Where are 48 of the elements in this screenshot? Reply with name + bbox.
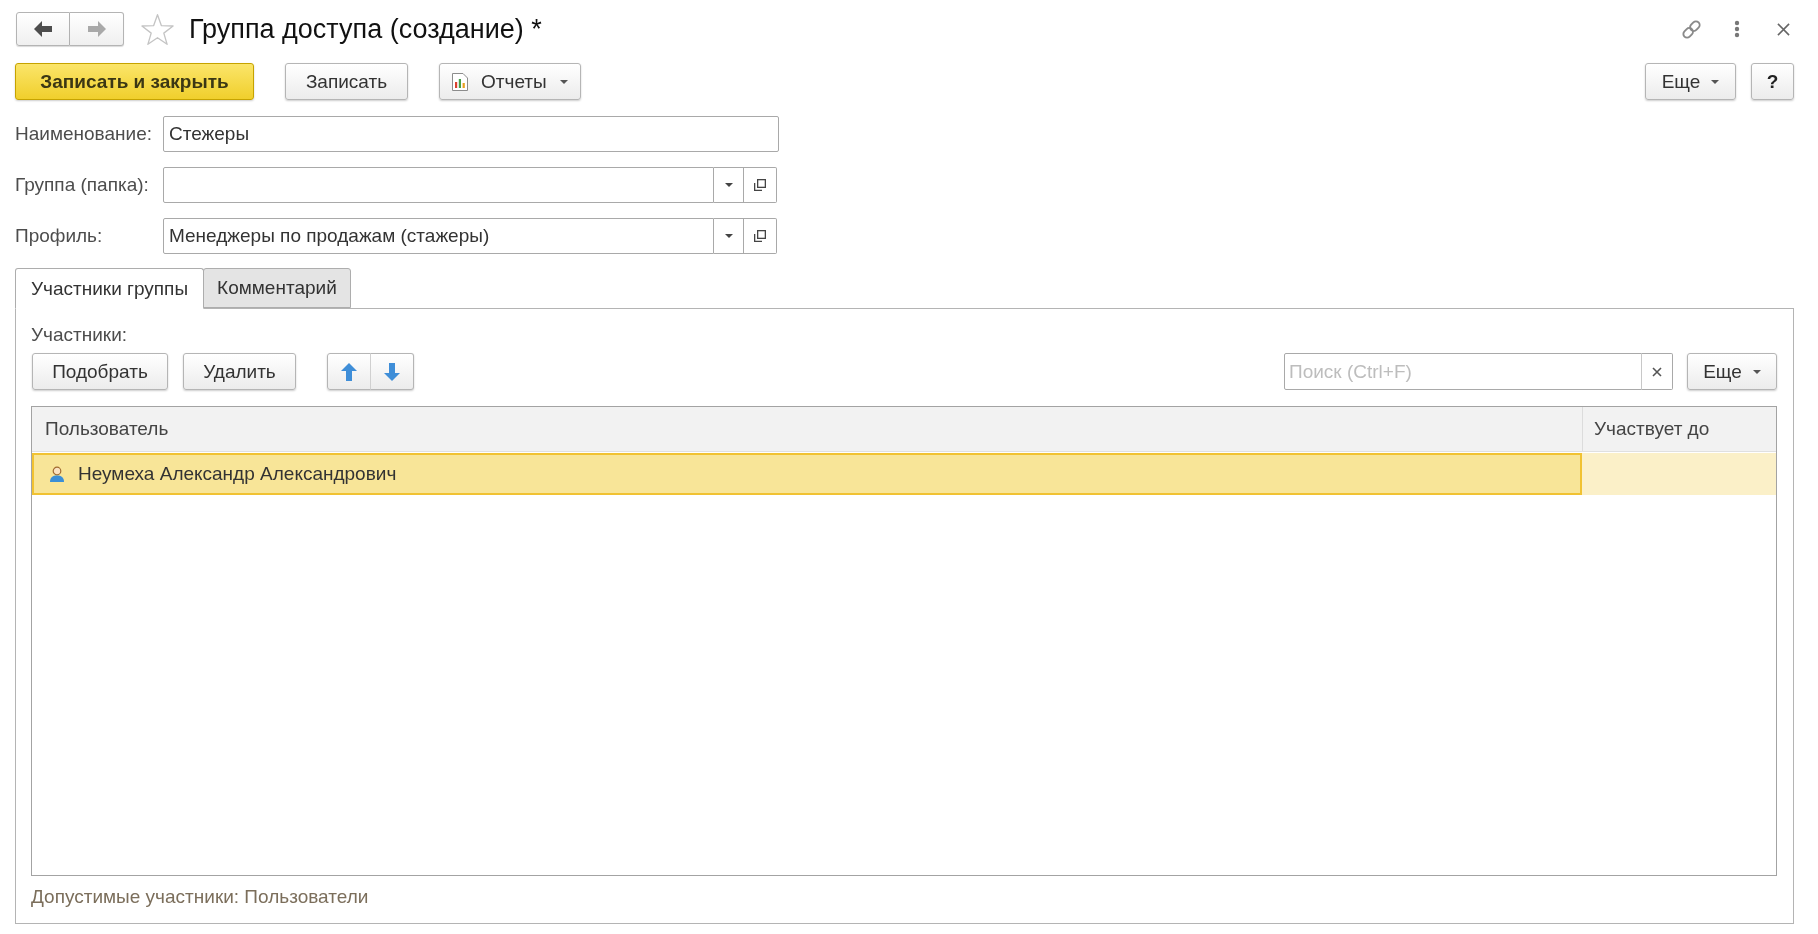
move-down-button[interactable]	[370, 353, 414, 390]
field-label: Профиль:	[15, 225, 104, 247]
back-button[interactable]	[16, 12, 70, 46]
caret-icon	[724, 183, 733, 187]
person-icon	[50, 466, 64, 482]
left-arrow-icon	[34, 21, 52, 37]
star-icon[interactable]	[141, 13, 174, 45]
open-button[interactable]	[744, 218, 777, 254]
save-button[interactable]: Записать	[285, 63, 408, 100]
clear-button[interactable]	[1641, 353, 1673, 390]
squares-icon	[754, 230, 766, 242]
tab[interactable]: Участники группы	[15, 268, 205, 309]
section-label: Участники:	[31, 325, 129, 345]
caret-icon	[1711, 79, 1720, 84]
move-up-button[interactable]	[327, 353, 371, 390]
tab[interactable]: Комментарий	[203, 268, 351, 308]
chart-document-icon	[452, 72, 468, 91]
field-label: Группа (папка):	[15, 174, 150, 196]
select-field[interactable]	[163, 167, 714, 203]
squares-icon	[754, 179, 766, 191]
link-icon[interactable]	[1681, 18, 1702, 40]
more-button[interactable]: Еще	[1645, 63, 1736, 100]
close-icon	[1652, 366, 1662, 377]
table-row[interactable]: Неумеха Александр Александрович	[32, 453, 1776, 495]
help-button[interactable]: ?	[1751, 63, 1794, 100]
close-icon[interactable]	[1777, 22, 1790, 36]
caret-icon	[1752, 369, 1761, 374]
footer-note: Допустимые участники: Пользователи	[31, 887, 370, 907]
select-field[interactable]: Менеджеры по продажам (стажеры)	[163, 218, 714, 254]
reports-button[interactable]: Отчеты	[439, 63, 581, 100]
delete-button[interactable]: Удалить	[183, 353, 296, 390]
up-arrow-icon	[341, 362, 357, 381]
more-button[interactable]: Еще	[1687, 353, 1777, 390]
open-button[interactable]	[744, 167, 777, 203]
menu-icon[interactable]	[1734, 20, 1740, 38]
column-header[interactable]: Участвует до	[1582, 407, 1776, 451]
field-label: Наименование:	[15, 123, 153, 145]
search-field[interactable]: Поиск (Ctrl+F)	[1284, 353, 1642, 390]
cell-text: Неумеха Александр Александрович	[78, 463, 397, 485]
pick-button[interactable]: Подобрать	[32, 353, 168, 390]
caret-icon	[559, 79, 568, 84]
right-arrow-icon	[87, 21, 106, 37]
save-and-close-button[interactable]: Записать и закрыть	[15, 63, 254, 100]
caret-icon	[724, 234, 733, 238]
text-field[interactable]: Стежеры	[163, 116, 779, 152]
column-header[interactable]: Пользователь	[32, 407, 1582, 451]
window-title: Группа доступа (создание) *	[189, 13, 542, 45]
down-arrow-icon	[384, 362, 400, 381]
